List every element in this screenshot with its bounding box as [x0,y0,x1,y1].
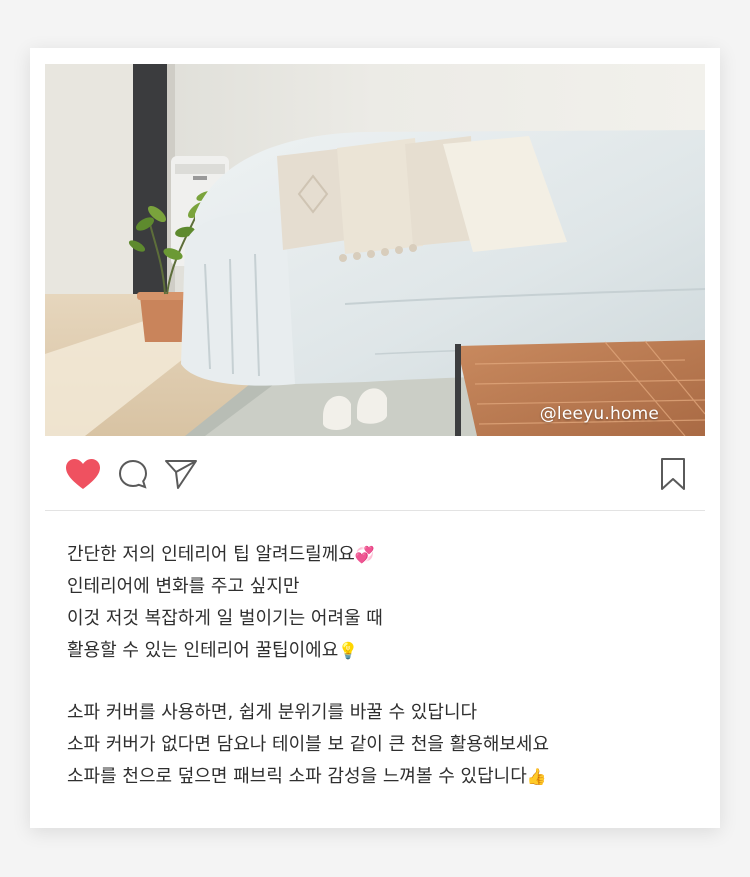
like-button[interactable] [65,456,101,492]
comment-icon [118,459,148,489]
post-card: @leeyu.home 간단한 저의 인테리어 팁 알려드릴께요💞 인테리어에 … [30,48,720,828]
heart-icon [66,459,100,489]
caption-line: 소파를 천으로 덮으면 패브릭 소파 감성을 느껴볼 수 있답니다👍 [67,766,547,787]
bookmark-icon [661,458,685,490]
thumbs-up-icon: 👍 [526,767,547,786]
save-button[interactable] [655,456,691,492]
caption-line: 소파 커버가 없다면 담요나 테이블 보 같이 큰 천을 활용해보세요 [67,734,550,755]
caption-line: 간단한 저의 인테리어 팁 알려드릴께요💞 [67,544,375,565]
post-caption: 간단한 저의 인테리어 팁 알려드릴께요💞 인테리어에 변화를 주고 싶지만 이… [67,539,687,793]
caption-line: 이것 저것 복잡하게 일 벌이기는 어려울 때 [67,608,383,629]
post-actions-bar [45,436,705,511]
light-bulb-icon: 💡 [338,641,359,660]
post-photo[interactable]: @leeyu.home [45,64,705,436]
caption-line: 인테리어에 변화를 주고 싶지만 [67,576,300,597]
caption-line: 소파 커버를 사용하면, 쉽게 분위기를 바꿀 수 있답니다 [67,702,478,723]
send-icon [165,460,197,489]
sofa-photo [45,64,705,436]
share-button[interactable] [163,456,199,492]
hearts-icon: 💞 [354,545,375,564]
caption-line: 활용할 수 있는 인테리어 꿀팁이에요💡 [67,640,359,661]
comment-button[interactable] [115,456,151,492]
photo-watermark: @leeyu.home [539,404,659,424]
